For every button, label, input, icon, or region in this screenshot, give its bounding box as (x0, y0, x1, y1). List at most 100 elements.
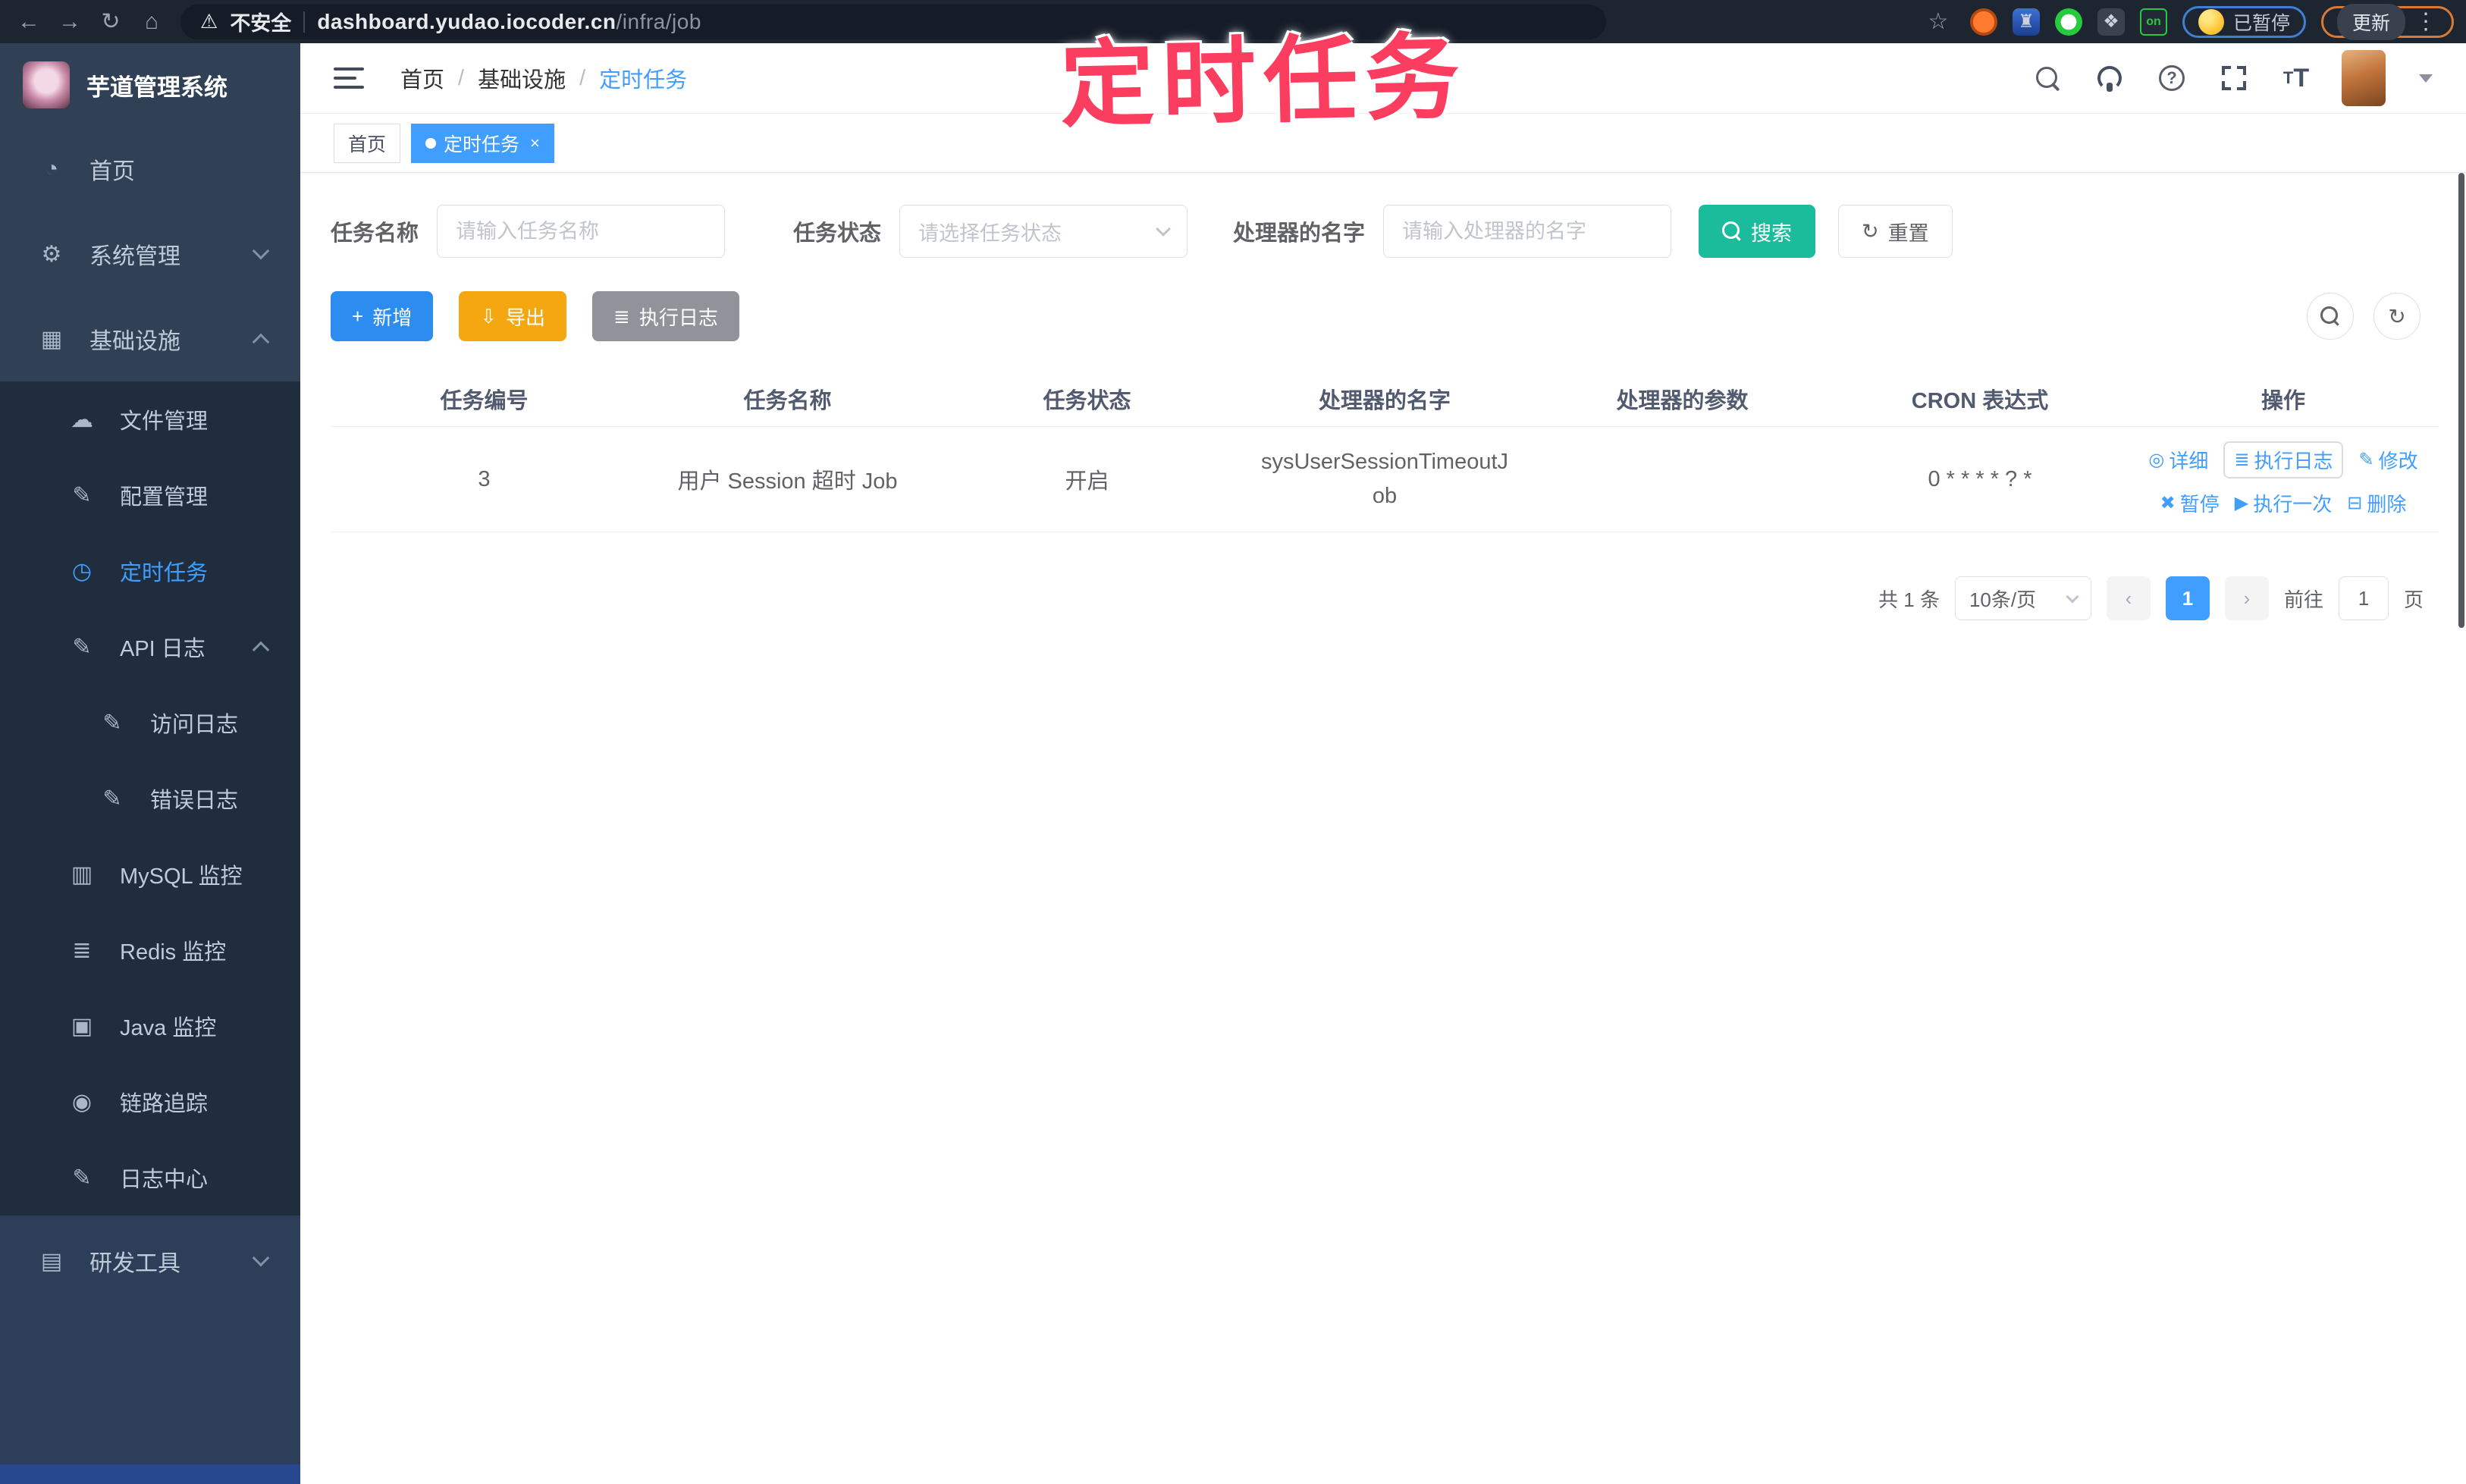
address-bar[interactable]: ⚠ 不安全 dashboard.yudao.iocoder.cn/infra/j… (180, 4, 1606, 39)
page-suffix-label: 页 (2403, 588, 2424, 611)
sidebar-item-trace[interactable]: ◉ 链路追踪 (0, 1064, 300, 1140)
search-button[interactable]: 搜索 (1699, 205, 1816, 258)
column-header: 处理器的名字 (1318, 389, 1451, 413)
pagination: 共 1 条 10条/页 ‹ 1 › 前往 页 (331, 576, 2424, 620)
update-chip[interactable]: 更新 ⋮ (2320, 3, 2454, 40)
task-status-select[interactable]: 请选择任务状态 (899, 205, 1188, 258)
list-icon: ≣ (613, 304, 630, 328)
back-icon[interactable]: ← (12, 5, 45, 39)
sidebar-item-home[interactable]: ◔ 首页 (0, 127, 300, 212)
breadcrumb-separator: / (458, 65, 465, 90)
goto-label: 前往 (2283, 588, 2323, 611)
url-path: /infra/job (616, 9, 701, 33)
logo-image (23, 61, 70, 108)
close-icon[interactable]: × (530, 133, 540, 153)
briefcase-icon: ▤ (40, 1248, 63, 1274)
user-avatar[interactable] (2342, 50, 2386, 106)
extension-puzzle-icon[interactable]: ❖ (2097, 8, 2125, 36)
sidebar-item-mysql-monitor[interactable]: ▥ MySQL 监控 (0, 836, 300, 912)
run-once-link[interactable]: ▶ 执行一次 (2235, 489, 2332, 517)
home-icon[interactable]: ⌂ (135, 5, 168, 39)
show-search-button[interactable] (2307, 293, 2354, 340)
next-page-button[interactable]: › (2224, 576, 2269, 620)
view-icon: ◎ (2148, 450, 2165, 470)
refresh-button[interactable]: ↻ (2373, 293, 2421, 340)
breadcrumb-current[interactable]: 定时任务 (599, 62, 687, 94)
sidebar-item-java-monitor[interactable]: ▣ Java 监控 (0, 988, 300, 1064)
delete-link[interactable]: ⊟ 删除 (2347, 489, 2406, 517)
forward-icon[interactable]: → (53, 5, 86, 39)
github-icon[interactable] (2093, 61, 2126, 95)
logo-row[interactable]: 芋道管理系统 (0, 43, 300, 127)
exec-log-button[interactable]: ≣ 执行日志 (592, 291, 739, 341)
chevron-down-icon (252, 1249, 270, 1267)
breadcrumb-infrastructure[interactable]: 基础设施 (478, 62, 566, 94)
log-edit-icon: ✎ (72, 634, 92, 660)
reload-icon[interactable]: ↻ (94, 5, 127, 39)
bookmark-star-icon[interactable]: ☆ (1922, 5, 1955, 39)
update-button[interactable]: 更新 (2336, 3, 2405, 40)
sidebar-item-config-management[interactable]: ✎ 配置管理 (0, 457, 300, 533)
reset-icon: ↻ (1862, 219, 1879, 243)
current-page-button[interactable]: 1 (2165, 576, 2210, 620)
search-icon[interactable] (2031, 61, 2064, 95)
help-icon[interactable]: ? (2155, 61, 2188, 95)
table-row[interactable]: 3 用户 Session 超时 Job 开启 sysUserSessionTim… (331, 427, 2439, 532)
row-exec-log-link[interactable]: ≣ 执行日志 (2223, 441, 2344, 478)
page: ← → ↻ ⌂ ⚠ 不安全 dashboard.yudao.iocoder.cn… (0, 0, 2466, 1484)
goto-page-input[interactable] (2338, 576, 2389, 620)
extension-orange-icon[interactable] (1969, 8, 1997, 36)
page-size-select[interactable]: 10条/页 (1954, 576, 2091, 620)
export-button[interactable]: ⇩ 导出 (459, 291, 567, 341)
divider (303, 11, 306, 33)
sidebar-item-file-management[interactable]: ☁ 文件管理 (0, 381, 300, 457)
chevron-down-icon (2066, 590, 2079, 604)
sidebar-lower-section: ▤ 研发工具 (0, 1216, 300, 1484)
profile-paused-chip[interactable]: 已暂停 (2182, 5, 2306, 38)
column-header: 处理器的参数 (1616, 389, 1749, 413)
sidebar-item-log-center[interactable]: ✎ 日志中心 (0, 1140, 300, 1216)
play-icon: ▶ (2234, 493, 2249, 513)
header-bar: 首页 / 基础设施 / 定时任务 ? TT (300, 43, 2466, 114)
sidebar-item-dev-tools[interactable]: ▤ 研发工具 (0, 1219, 300, 1304)
fullscreen-icon[interactable] (2217, 61, 2251, 95)
detail-link[interactable]: ◎ 详细 (2148, 446, 2208, 474)
extension-on-badge[interactable]: on (2139, 8, 2167, 36)
total-count: 共 1 条 (1878, 588, 1940, 611)
task-status-label: 任务状态 (793, 221, 882, 246)
task-name-input[interactable] (437, 205, 726, 258)
sidebar-item-error-logs[interactable]: ✎ 错误日志 (0, 761, 300, 836)
font-size-icon[interactable]: TT (2279, 61, 2313, 95)
paused-label: 已暂停 (2232, 12, 2290, 34)
breadcrumb-home[interactable]: 首页 (400, 62, 444, 94)
sidebar-item-infrastructure[interactable]: ▦ 基础设施 (0, 296, 300, 381)
handler-name-input[interactable] (1383, 205, 1672, 258)
extension-green-icon[interactable] (2054, 8, 2082, 36)
url-text: dashboard.yudao.iocoder.cn/infra/job (317, 10, 701, 34)
error-log-icon: ✎ (102, 786, 122, 811)
sidebar-item-access-logs[interactable]: ✎ 访问日志 (0, 685, 300, 761)
add-button[interactable]: + 新增 (331, 291, 434, 341)
avatar-caret-icon[interactable] (2419, 74, 2433, 83)
modify-link[interactable]: ✎ 修改 (2358, 446, 2417, 474)
tag-scheduled-tasks[interactable]: 定时任务 × (411, 123, 554, 163)
tag-home[interactable]: 首页 (334, 123, 401, 163)
prev-page-button[interactable]: ‹ (2106, 576, 2151, 620)
sidebar: 芋道管理系统 ◔ 首页 ⚙ 系统管理 ▦ 基础设施 ☁ 文件管理 ✎ 配置管理 … (0, 43, 300, 1484)
emoji-avatar-icon (2198, 8, 2224, 35)
extension-trophy-icon[interactable]: ♜ (2012, 8, 2040, 36)
sidebar-item-api-logs[interactable]: ✎ API 日志 (0, 609, 300, 685)
plus-icon: + (352, 304, 364, 328)
security-warning: 不安全 (230, 12, 292, 35)
extensions-area: ☆ ♜ ❖ on 已暂停 更新 ⋮ (1922, 3, 2454, 40)
sidebar-toggle-icon[interactable] (334, 67, 364, 89)
sidebar-item-scheduled-tasks[interactable]: ◷ 定时任务 (0, 533, 300, 609)
browser-menu-icon[interactable]: ⋮ (2414, 8, 2438, 35)
layers-icon: ≣ (72, 937, 92, 963)
sidebar-item-redis-monitor[interactable]: ≣ Redis 监控 (0, 912, 300, 988)
column-header: 任务编号 (440, 389, 529, 413)
pause-link[interactable]: ✖ 暂停 (2160, 489, 2220, 517)
scrollbar[interactable] (2458, 173, 2464, 628)
reset-button[interactable]: ↻ 重置 (1838, 205, 1953, 258)
sidebar-item-system-management[interactable]: ⚙ 系统管理 (0, 212, 300, 296)
